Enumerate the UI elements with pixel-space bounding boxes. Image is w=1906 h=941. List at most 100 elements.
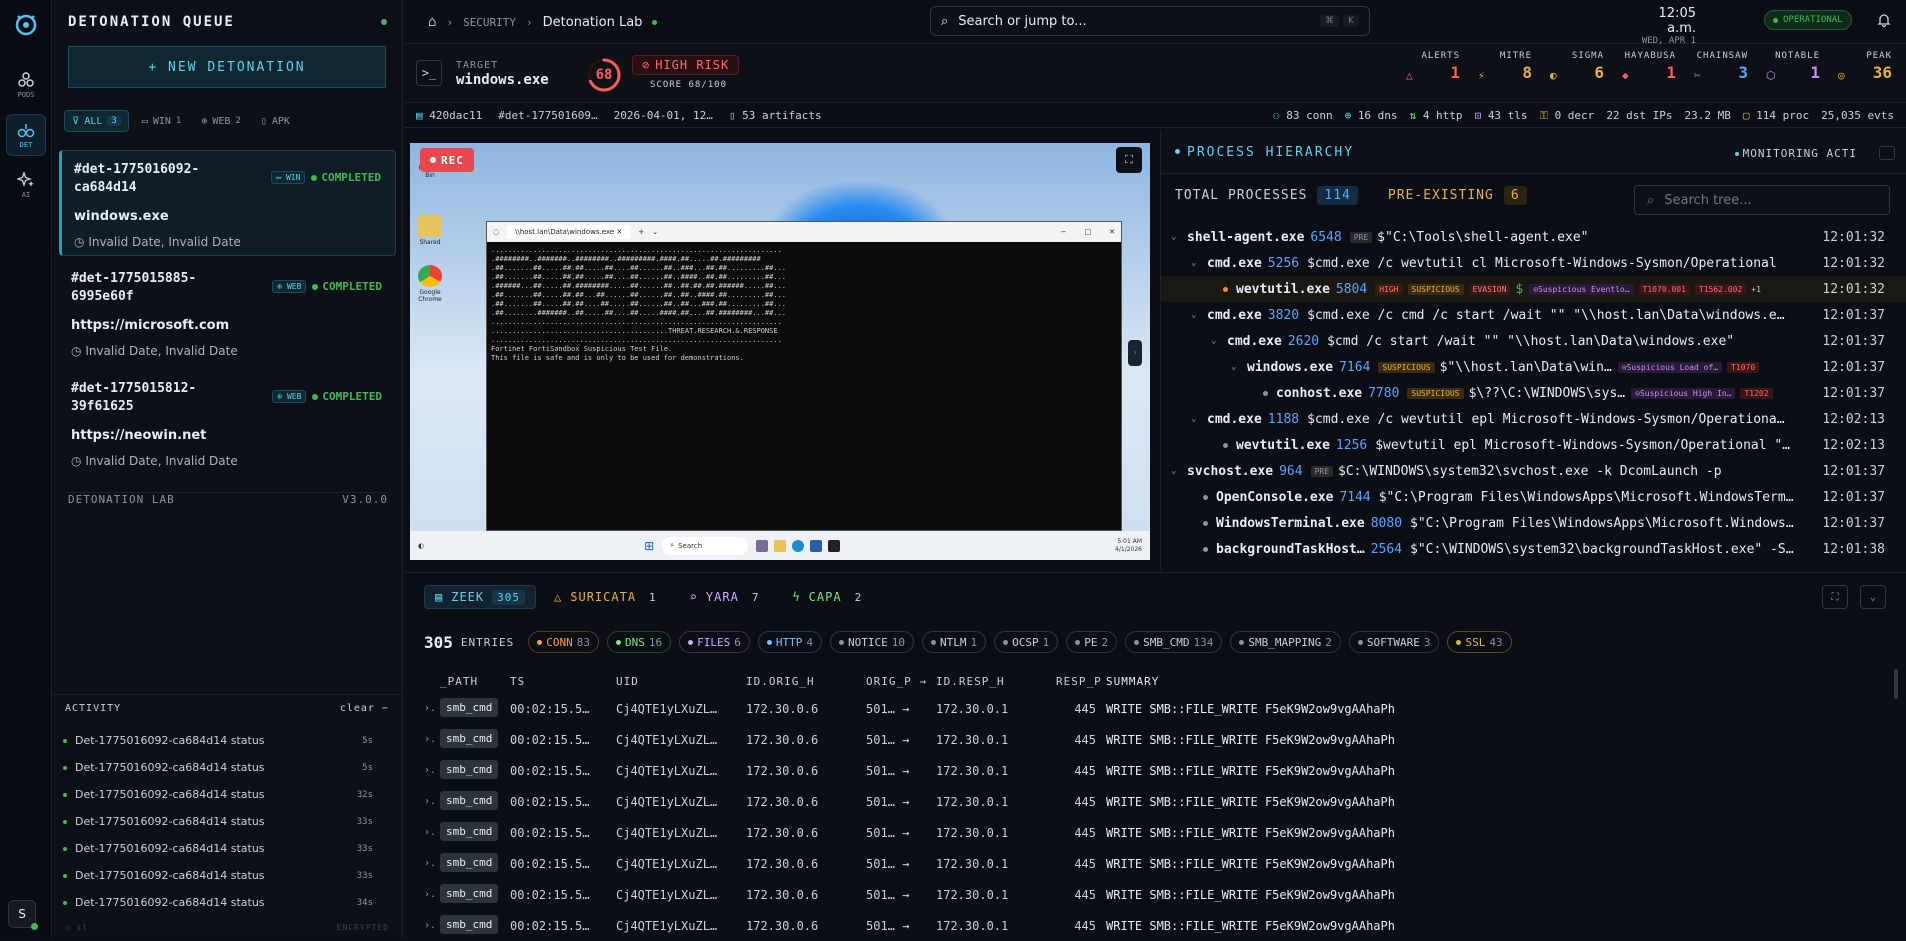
log-filter-ntlm[interactable]: NTLM 1 <box>922 631 987 653</box>
column-header[interactable]: _PATH <box>440 675 510 688</box>
log-filter-pe[interactable]: PE 2 <box>1066 631 1118 653</box>
rail-item-ai[interactable]: AI <box>6 164 46 206</box>
widgets-icon[interactable] <box>756 539 769 552</box>
column-header[interactable]: UID <box>616 675 746 688</box>
start-icon[interactable]: ⊞ <box>644 539 654 553</box>
chevron-down-icon[interactable]: ⌄ <box>1171 232 1181 242</box>
tab-zeek[interactable]: ▤ ZEEK 305 <box>424 585 537 609</box>
log-filter-conn[interactable]: CONN 83 <box>528 631 600 653</box>
stat-sigma[interactable]: SIGMA 6 ◐ <box>1550 51 1604 82</box>
process-row[interactable]: ⌄ svchost.exe 964 PRE $C:\WINDOWS\system32\s… <box>1161 458 1906 484</box>
new-tab-icon[interactable]: + <box>638 228 644 236</box>
expand-row-icon[interactable]: ›. <box>424 920 440 931</box>
column-header[interactable]: RESP_P <box>1056 675 1106 688</box>
table-row[interactable]: ›. smb_cmd 00:02:15.5… Cj4QTE1yLXuZL… 172.30… <box>424 693 1884 724</box>
minimize-icon[interactable]: − <box>1061 228 1067 236</box>
desktop-icon[interactable]: Shared <box>416 215 444 246</box>
log-filter-ssl[interactable]: SSL 43 <box>1447 631 1512 653</box>
app-logo-icon[interactable] <box>12 10 40 38</box>
maximize-icon[interactable]: □ <box>1085 228 1092 236</box>
chevron-down-icon[interactable]: ⌄ <box>1191 258 1201 268</box>
table-row[interactable]: ›. smb_cmd 00:02:15.5… Cj4QTE1yLXuZL… 172.30… <box>424 724 1884 755</box>
process-row[interactable]: ⌄ windows.exe 7164 SUSPICIOUS $"\\host.lan\D… <box>1161 354 1906 380</box>
expand-row-icon[interactable]: ›. <box>424 796 440 807</box>
vm-screen[interactable]: Recycle Bin Shared Google Chrome REC ⛶ ◌… <box>410 143 1150 560</box>
process-row[interactable]: WindowsTerminal.exe 8080 $"C:\Program File… <box>1161 510 1906 536</box>
table-row[interactable]: ›. smb_cmd 00:02:15.5… Cj4QTE1yLXuZL… 172.30… <box>424 786 1884 817</box>
process-row[interactable]: ⌄ cmd.exe 5256 $cmd.exe /c wevtutil cl Micr… <box>1161 250 1906 276</box>
log-filter-files[interactable]: FILES 6 <box>679 631 750 653</box>
expand-row-icon[interactable]: ›. <box>424 734 440 745</box>
log-filter-http[interactable]: HTTP 4 <box>757 631 823 653</box>
global-search[interactable]: ⌕ Search or jump to... ⌘ K <box>930 6 1370 36</box>
column-header[interactable]: ID.ORIG_H <box>746 675 866 688</box>
process-row[interactable]: wevtutil.exe 5804 HIGH SUSPICIOUS EVASION $ ⊙… <box>1161 276 1906 302</box>
column-header[interactable]: SUMMARY <box>1106 675 1884 688</box>
stat-mitre[interactable]: MITRE 8 ⚡ <box>1478 51 1532 82</box>
queue-item[interactable]: #det-1775015885-6995e60f ⊕ WEB COMPLETED … <box>59 260 396 366</box>
process-row[interactable]: ⌄ cmd.exe 1188 $cmd.exe /c wevtutil epl Mic… <box>1161 406 1906 432</box>
expand-icon[interactable] <box>1879 146 1895 160</box>
process-row[interactable]: conhost.exe 7780 SUSPICIOUS $\??\C:\WINDOWS… <box>1161 380 1906 406</box>
terminal-tab[interactable]: \\host.lan\Data\windows.exe ✕ <box>507 225 631 239</box>
chevron-down-icon[interactable]: ⌄ <box>1211 336 1221 346</box>
activity-clear-button[interactable]: clear − <box>340 703 389 714</box>
taskbar-search[interactable]: ⌕ Search <box>662 536 749 555</box>
chevron-down-icon[interactable]: ⌄ <box>1191 414 1201 424</box>
chevron-down-icon[interactable]: ⌄ <box>652 228 658 236</box>
stat-notable[interactable]: NOTABLE 1 ⬡ <box>1766 51 1820 82</box>
artifacts[interactable]: ▯ 53 artifacts <box>729 109 822 122</box>
fullscreen-icon[interactable]: ⛶ <box>1116 147 1142 173</box>
breadcrumb-security[interactable]: SECURITY <box>463 16 516 29</box>
chevron-down-icon[interactable]: ⌄ <box>1191 310 1201 320</box>
queue-item[interactable]: #det-1775015812-39f61625 ⊕ WEB COMPLETED … <box>59 370 396 476</box>
table-row[interactable]: ›. smb_cmd 00:02:15.5… Cj4QTE1yLXuZL… 172.30… <box>424 879 1884 910</box>
chevron-down-icon[interactable]: ⌄ <box>1171 466 1181 476</box>
log-filter-dns[interactable]: DNS 16 <box>607 631 672 653</box>
explorer-icon[interactable] <box>774 539 787 552</box>
stat-chainsaw[interactable]: CHAINSAW 3 ✂ <box>1694 51 1748 82</box>
column-header[interactable]: ID.RESP_H <box>936 675 1056 688</box>
stat-alerts[interactable]: ALERTS 1 △ <box>1406 51 1460 82</box>
new-detonation-button[interactable]: + NEW DETONATION <box>68 46 386 88</box>
expand-row-icon[interactable]: ›. <box>424 858 440 869</box>
home-icon[interactable]: ⌂ <box>428 14 436 30</box>
rail-item-det[interactable]: DET <box>6 114 46 156</box>
queue-item[interactable]: #det-1775016092-ca684d14 ▭ WIN COMPLETED … <box>59 150 396 256</box>
log-filter-ocsp[interactable]: OCSP 1 <box>994 631 1059 653</box>
panel-collapse-handle[interactable]: › <box>1128 340 1142 366</box>
tab-suricata[interactable]: △ SURICATA 1 <box>544 585 672 609</box>
log-filter-smb_mapping[interactable]: SMB_MAPPING 2 <box>1230 631 1341 653</box>
desktop-icon[interactable]: Google Chrome <box>416 265 444 303</box>
table-row[interactable]: ›. smb_cmd 00:02:15.5… Cj4QTE1yLXuZL… 172.30… <box>424 848 1884 879</box>
filter-apk[interactable]: ▯ APK <box>254 110 297 132</box>
process-row[interactable]: backgroundTaskHost… 2564 $"C:\WINDOWS\syst… <box>1161 536 1906 562</box>
tab-capa[interactable]: ϟ CAPA 2 <box>782 585 877 609</box>
hash[interactable]: ▤ 420dac11 <box>416 109 482 122</box>
chevron-down-icon[interactable]: ⌄ <box>1231 362 1241 372</box>
expand-row-icon[interactable]: ›. <box>424 703 440 714</box>
tree-search-input[interactable]: ⌕ Search tree... <box>1634 185 1890 215</box>
terminal-app-icon[interactable] <box>828 539 841 552</box>
log-scrollbar[interactable] <box>1894 669 1898 699</box>
column-header[interactable]: TS <box>510 675 616 688</box>
expand-row-icon[interactable]: ›. <box>424 889 440 900</box>
table-row[interactable]: ›. smb_cmd 00:02:15.5… Cj4QTE1yLXuZL… 172.30… <box>424 910 1884 941</box>
expand-row-icon[interactable]: ›. <box>424 765 440 776</box>
terminal-window[interactable]: ◌ \\host.lan\Data\windows.exe ✕ + ⌄ − □ ✕ … <box>486 221 1122 531</box>
process-row[interactable]: ⌄ cmd.exe 2620 $cmd /c start /wait "" "\\ho… <box>1161 328 1906 354</box>
tab-yara[interactable]: ⌕ YARA 7 <box>680 585 775 609</box>
log-filter-software[interactable]: SOFTWARE 3 <box>1348 631 1440 653</box>
process-row[interactable]: OpenConsole.exe 7144 $"C:\Program Files\Wi… <box>1161 484 1906 510</box>
filter-win[interactable]: ▭ WIN 1 <box>135 110 189 132</box>
process-row[interactable]: wevtutil.exe 1256 $wevtutil epl Microsoft-… <box>1161 432 1906 458</box>
filter-web[interactable]: ⊕ WEB 2 <box>194 110 248 132</box>
edge-icon[interactable] <box>792 539 805 552</box>
chevron-down-icon[interactable]: ⌄ <box>1860 585 1886 609</box>
store-icon[interactable] <box>810 539 823 552</box>
rail-item-pods[interactable]: PODS <box>6 64 46 106</box>
table-row[interactable]: ›. smb_cmd 00:02:15.5… Cj4QTE1yLXuZL… 172.30… <box>424 817 1884 848</box>
process-row[interactable]: ⌄ cmd.exe 3820 $cmd.exe /c cmd /c start /wa… <box>1161 302 1906 328</box>
stat-hayabusa[interactable]: HAYABUSA 1 ◆ <box>1622 51 1676 82</box>
table-row[interactable]: ›. smb_cmd 00:02:15.5… Cj4QTE1yLXuZL… 172.30… <box>424 755 1884 786</box>
